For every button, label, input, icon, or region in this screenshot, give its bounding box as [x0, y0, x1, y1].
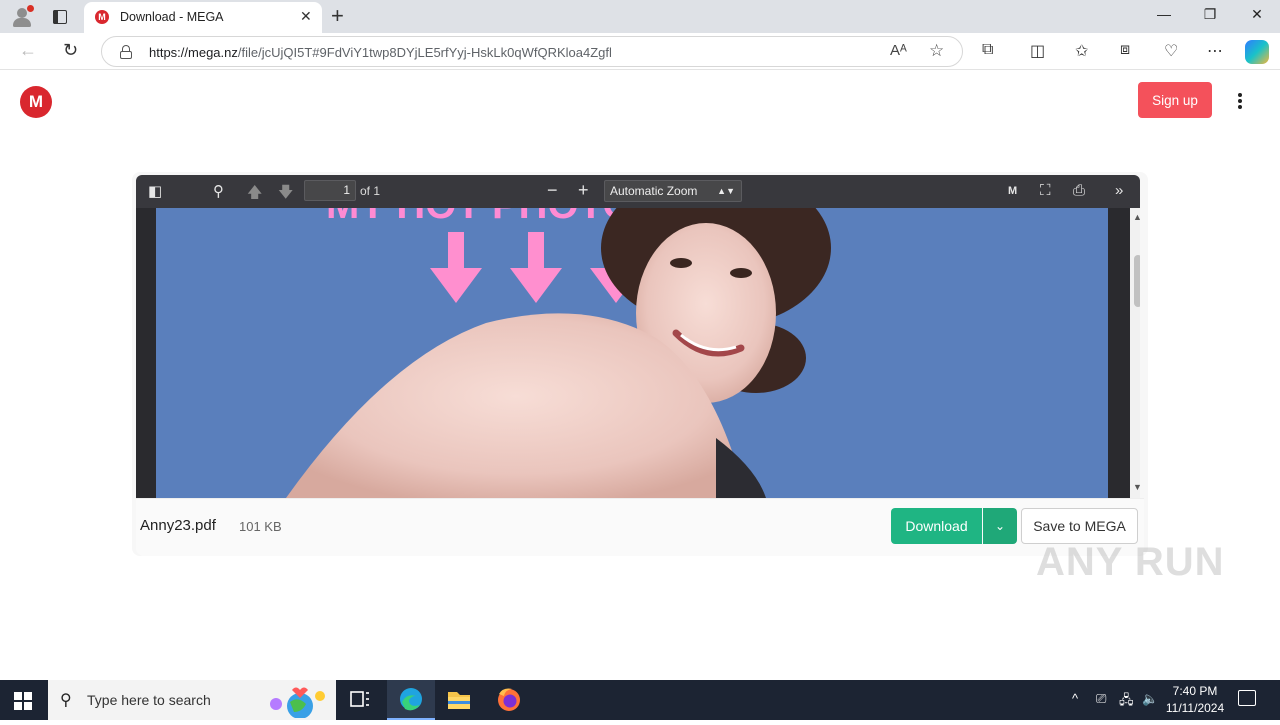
url-text: https://mega.nz/file/jcUjQI5T#9FdViY1twp…	[149, 45, 612, 60]
minimize-button[interactable]: —	[1141, 6, 1187, 22]
close-tab-icon[interactable]: ✕	[300, 8, 312, 25]
menu-kebab-icon[interactable]	[1238, 93, 1242, 109]
find-icon[interactable]: ⚲	[213, 182, 224, 200]
anyrun-watermark: ANY RUN	[1036, 540, 1225, 584]
read-aloud-icon[interactable]: Aᴬ	[890, 42, 907, 59]
download-button[interactable]: Download	[891, 508, 982, 544]
print-icon[interactable]: ⎙	[1073, 182, 1085, 199]
file-info-bar: Anny23.pdf 101 KB Download ⌄ Save to MEG…	[136, 498, 1144, 556]
favorites-icon[interactable]: ✩	[1075, 41, 1088, 61]
file-size: 101 KB	[239, 519, 282, 534]
lock-icon[interactable]	[120, 45, 132, 59]
edge-taskbar-icon[interactable]	[387, 680, 435, 720]
browser-tab[interactable]: M Download - MEGA ✕	[84, 2, 322, 33]
windows-taskbar: ⚲ Type here to search ^ ⎚ 🖧 🔈 7:40 PM 11…	[0, 680, 1280, 720]
pdf-canvas-area[interactable]: MY HOT PHOTOS	[136, 208, 1140, 498]
split-screen-icon[interactable]: ◫	[1030, 41, 1045, 61]
favorite-star-icon[interactable]: ☆	[929, 41, 944, 61]
volume-icon[interactable]: 🔈	[1142, 691, 1158, 707]
presentation-mode-icon[interactable]: ⛶	[1040, 182, 1051, 199]
windows-start-icon[interactable]	[14, 692, 32, 710]
address-bar[interactable]: https://mega.nz/file/jcUjQI5T#9FdViY1twp…	[101, 36, 963, 67]
taskbar-search-box[interactable]: ⚲ Type here to search	[48, 680, 336, 720]
mega-viewer-icon[interactable]: M	[1008, 185, 1017, 197]
new-tab-button[interactable]: +	[331, 3, 344, 29]
pdf-page-image: MY HOT PHOTOS	[156, 208, 1108, 498]
file-explorer-icon[interactable]	[435, 680, 483, 720]
chevron-down-icon: ⌄	[994, 519, 1006, 533]
download-options-dropdown[interactable]: ⌄	[983, 508, 1017, 544]
firefox-icon[interactable]	[485, 680, 533, 720]
sign-up-button[interactable]: Sign up	[1138, 82, 1212, 118]
profile-icon[interactable]	[10, 5, 34, 29]
show-hidden-icons-chevron-icon[interactable]: ^	[1072, 691, 1078, 706]
browser-toolbar: ← ↻ https://mega.nz/file/jcUjQI5T#9FdViY…	[0, 33, 1280, 70]
network-icon[interactable]: 🖧	[1119, 691, 1134, 713]
tab-actions-icon[interactable]	[50, 7, 70, 27]
clock-time: 7:40 PM	[1172, 684, 1218, 698]
scroll-down-arrow-icon[interactable]: ▼	[1133, 482, 1140, 492]
search-icon: ⚲	[60, 692, 72, 709]
more-options-icon[interactable]: ⋯	[1207, 41, 1223, 61]
back-arrow-icon[interactable]: ←	[19, 40, 37, 61]
collections-icon[interactable]: ⧈	[1120, 41, 1130, 59]
close-window-button[interactable]: ✕	[1234, 6, 1280, 23]
next-page-icon[interactable]: 🡇	[278, 182, 293, 207]
zoom-out-icon[interactable]: −	[547, 180, 558, 201]
save-to-mega-button[interactable]: Save to MEGA	[1021, 508, 1138, 544]
pdf-page-graphic: MY HOT PHOTOS	[156, 208, 1108, 498]
browser-essentials-icon[interactable]: ♡	[1164, 41, 1178, 61]
browser-titlebar: M Download - MEGA ✕ + — ❐ ✕	[0, 0, 1280, 33]
zoom-select[interactable]: Automatic Zoom ▲▼	[604, 180, 742, 202]
mega-favicon-icon: M	[95, 10, 109, 24]
pdf-scrollbar[interactable]: ▲ ▼	[1130, 208, 1140, 498]
refresh-icon[interactable]: ↻	[63, 40, 78, 61]
mega-page: M Sign up ◧ ⚲ 🡅 🡇 1 of 1 − + Automatic Z…	[4, 71, 1276, 678]
copilot-icon[interactable]	[1245, 40, 1269, 64]
search-placeholder: Type here to search	[87, 692, 211, 708]
page-number-input[interactable]: 1	[304, 180, 356, 201]
previous-page-icon[interactable]: 🡅	[247, 182, 262, 207]
zoom-in-icon[interactable]: +	[578, 180, 589, 201]
tools-expand-icon[interactable]: »	[1115, 182, 1123, 199]
meet-now-icon[interactable]: ⎚	[1096, 691, 1106, 707]
scroll-thumb[interactable]	[1134, 255, 1140, 307]
notifications-icon[interactable]	[1238, 690, 1256, 706]
tab-title: Download - MEGA	[120, 10, 224, 24]
system-clock[interactable]: 7:40 PM 11/11/2024	[1160, 683, 1230, 717]
search-highlight-icon	[270, 687, 325, 718]
task-view-icon[interactable]	[336, 680, 384, 720]
sidebar-toggle-icon[interactable]: ◧	[148, 182, 162, 200]
restore-button[interactable]: ❐	[1187, 6, 1233, 23]
scroll-up-arrow-icon[interactable]: ▲	[1133, 212, 1140, 222]
clock-date: 11/11/2024	[1165, 701, 1225, 715]
mega-logo[interactable]: M	[20, 86, 52, 118]
file-name: Anny23.pdf	[140, 517, 216, 534]
pdf-toolbar: ◧ ⚲ 🡅 🡇 1 of 1 − + Automatic Zoom ▲▼ M ⛶ …	[136, 175, 1140, 208]
page-count: of 1	[360, 184, 381, 198]
extensions-icon[interactable]: ⧉	[982, 41, 993, 59]
pdf-viewer: ◧ ⚲ 🡅 🡇 1 of 1 − + Automatic Zoom ▲▼ M ⛶ …	[132, 172, 1148, 556]
